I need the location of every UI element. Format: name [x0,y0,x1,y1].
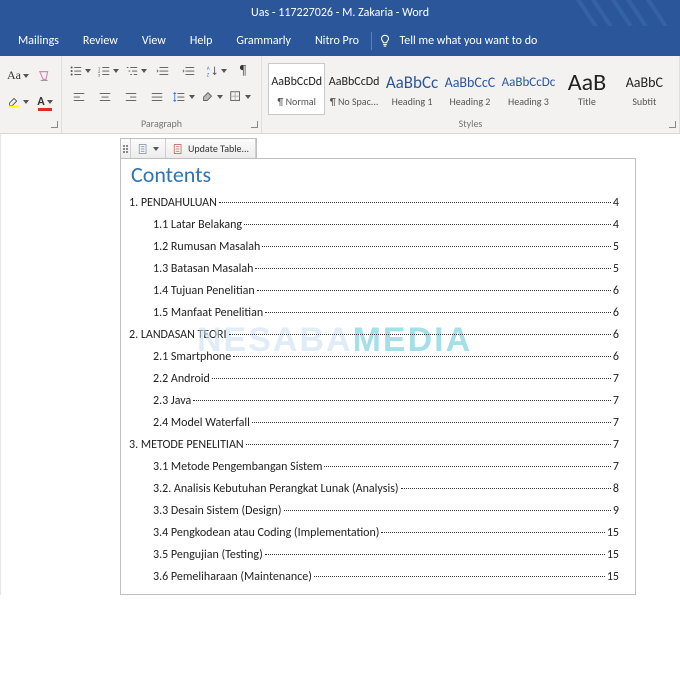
toc-entry[interactable]: 1.3 Batasan Masalah 5 [129,262,619,276]
style-gallery[interactable]: AaBbCcDd¶ NormalAaBbCcDd¶ No Spac...AaBb… [268,63,673,115]
toc-entry[interactable]: 3.1 Metode Pengembangan Sistem 7 [129,460,619,474]
ribbon-tab-mailings[interactable]: Mailings [6,26,71,56]
svg-text:Z: Z [207,72,210,78]
toc-entry[interactable]: 1.5 Manfaat Penelitian 6 [129,306,619,320]
decrease-indent-button[interactable] [152,60,174,82]
style-item-heading-2[interactable]: AaBbCcCHeading 2 [441,63,498,115]
toc-list: 1. PENDAHULUAN 4 1.1 Latar Belakang 4 1.2 … [129,196,619,584]
toc-page-number: 6 [613,350,619,364]
increase-indent-button[interactable] [178,60,200,82]
toc-entry[interactable]: 1.1 Latar Belakang 4 [129,218,619,232]
font-group-label [0,117,61,133]
update-table-button[interactable]: Update Table... [166,139,256,158]
toc-page-number: 6 [613,306,619,320]
style-item--no-spac-[interactable]: AaBbCcDd¶ No Spac... [325,63,382,115]
bullets-button[interactable] [68,60,92,82]
styles-group-label: Styles [262,117,679,133]
align-center-button[interactable] [94,86,116,108]
toc-entry[interactable]: 1.2 Rumusan Masalah 5 [129,240,619,254]
style-item-heading-1[interactable]: AaBbCcHeading 1 [383,63,441,115]
toc-title: Contents [129,159,619,188]
borders-button[interactable] [228,86,252,108]
paragraph-group: 123 AZ ¶ Paragraph [62,56,262,133]
toc-entry[interactable]: 2.3 Java 7 [129,394,619,408]
toc-page-number: 7 [613,460,619,474]
toc-entry[interactable]: 3.6 Pemeliharaan (Maintenance) 15 [129,570,619,584]
ribbon-tab-review[interactable]: Review [71,26,130,56]
toc-page-number: 7 [613,372,619,386]
ribbon-tab-grammarly[interactable]: Grammarly [224,26,303,56]
toc-page-number: 9 [613,504,619,518]
ribbon-tab-nitro-pro[interactable]: Nitro Pro [303,26,371,56]
svg-text:A: A [207,66,211,72]
multilevel-list-button[interactable] [124,60,148,82]
toc-entry[interactable]: 1. PENDAHULUAN 4 [129,196,619,210]
line-spacing-button[interactable] [172,86,196,108]
style-item--normal[interactable]: AaBbCcDd¶ Normal [268,63,325,115]
toc-entry[interactable]: 1.4 Tujuan Penelitian 6 [129,284,619,298]
toc-entry[interactable]: 3. METODE PENELITIAN 7 [129,438,619,452]
toc-menu-button[interactable] [131,139,166,158]
tell-me-box[interactable]: Tell me what you want to do [378,34,538,48]
toc-entry[interactable]: 2.4 Model Waterfall 7 [129,416,619,430]
shading-button[interactable] [200,86,224,108]
document-icon [137,143,149,155]
numbering-button[interactable]: 123 [96,60,120,82]
style-item-heading-3[interactable]: AaBbCcDcHeading 3 [499,63,559,115]
toc-entry[interactable]: 3.2. Analisis Kebutuhan Perangkat Lunak … [129,482,619,496]
ribbon-tab-help[interactable]: Help [178,26,225,56]
styles-group: AaBbCcDd¶ NormalAaBbCcDd¶ No Spac...AaBb… [262,56,680,133]
highlight-color-button[interactable] [6,91,30,113]
toc-page-number: 7 [613,416,619,430]
toc-entry[interactable]: 2.2 Android 7 [129,372,619,386]
toc-entry[interactable]: 3.3 Desain Sistem (Design) 9 [129,504,619,518]
font-group: Aa A [0,56,62,133]
toc-page-number: 4 [613,196,619,210]
paragraph-group-label: Paragraph [62,117,261,133]
toc-page-number: 15 [607,526,619,540]
document-area[interactable]: Update Table... Contents NESABAMEDIA 1. … [0,134,680,595]
ribbon-tabs: MailingsReviewViewHelpGrammarlyNitro Pro… [0,26,680,56]
window-title: Uas - 117227026 - M. Zakaria - Word [251,6,429,20]
ribbon-tab-view[interactable]: View [130,26,178,56]
toc-page-number: 7 [613,438,619,452]
toc-toolbar: Update Table... [120,138,257,159]
toc-drag-handle[interactable] [121,139,131,158]
clear-formatting-button[interactable] [34,65,56,87]
toc-page-number: 8 [613,482,619,496]
title-bar: Uas - 117227026 - M. Zakaria - Word [0,0,680,26]
show-marks-button[interactable]: ¶ [232,60,254,82]
toc-entry[interactable]: 3.4 Pengkodean atau Coding (Implementati… [129,526,619,540]
page-refresh-icon [172,143,184,155]
toc-page-number: 15 [607,548,619,562]
toc-page-number: 4 [613,218,619,232]
font-color-button[interactable]: A [34,91,56,113]
style-item-subtit[interactable]: AaBbCSubtit [616,63,673,115]
align-left-button[interactable] [68,86,90,108]
toc-frame[interactable]: Update Table... Contents NESABAMEDIA 1. … [120,158,636,595]
justify-button[interactable] [146,86,168,108]
style-item-title[interactable]: AaBTitle [558,63,615,115]
update-table-label: Update Table... [188,142,249,155]
svg-text:3: 3 [98,73,101,78]
toc-entry[interactable]: 2. LANDASAN TEORI 6 [129,328,619,342]
ribbon: Aa A [0,56,680,134]
sort-button[interactable]: AZ [204,60,228,82]
align-right-button[interactable] [120,86,142,108]
toc-page-number: 15 [607,570,619,584]
lightbulb-icon [378,34,392,48]
toc-page-number: 6 [613,284,619,298]
toc-entry[interactable]: 2.1 Smartphone 6 [129,350,619,364]
titlebar-decor [560,0,680,26]
ribbon-tab-separator [371,32,372,50]
toc-page-number: 5 [613,240,619,254]
page-edge [0,134,1,595]
toc-page-number: 6 [613,328,619,342]
change-case-button[interactable]: Aa [6,65,30,87]
toc-page-number: 5 [613,262,619,276]
toc-page-number: 7 [613,394,619,408]
tell-me-label: Tell me what you want to do [400,34,538,48]
toc-entry[interactable]: 3.5 Pengujian (Testing) 15 [129,548,619,562]
